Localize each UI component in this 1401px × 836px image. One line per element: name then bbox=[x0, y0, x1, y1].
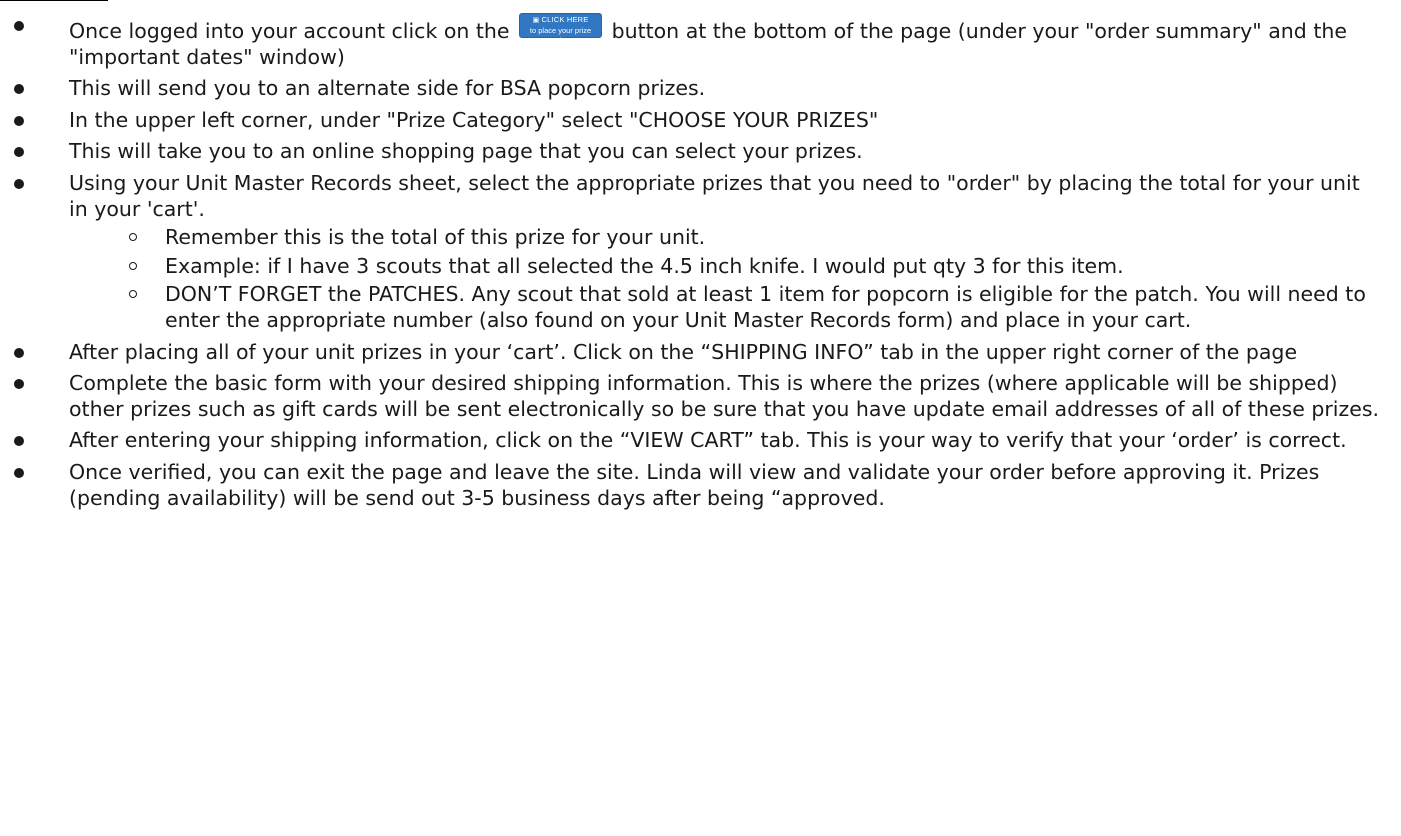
step-text: This will send you to an alternate side … bbox=[69, 76, 706, 101]
step-text-before-button: Once logged into your account click on t… bbox=[69, 19, 517, 43]
step-text: Once verified, you can exit the page and… bbox=[69, 459, 1320, 510]
list-item: Once verified, you can exit the page and… bbox=[0, 460, 1380, 511]
step-text: Using your Unit Master Records sheet, se… bbox=[69, 170, 1360, 221]
button-label-line2: to place your prize order! bbox=[529, 26, 592, 45]
step-text: After entering your shipping information… bbox=[69, 428, 1347, 453]
step-text: After placing all of your unit prizes in… bbox=[69, 339, 1298, 364]
list-item: Complete the basic form with your desire… bbox=[0, 371, 1380, 422]
steps-list: Once logged into your account click on t… bbox=[0, 13, 1380, 511]
list-item: This will take you to an online shopping… bbox=[0, 139, 1380, 165]
list-item: After entering your shipping information… bbox=[0, 428, 1380, 454]
list-item: Once logged into your account click on t… bbox=[0, 13, 1380, 70]
instructions-document: Once logged into your account click on t… bbox=[0, 13, 1380, 517]
button-label-line1: CLICK HERE bbox=[541, 15, 589, 24]
circle-bullet-icon bbox=[129, 233, 137, 242]
list-item: After placing all of your unit prizes in… bbox=[0, 340, 1380, 366]
bullet-icon bbox=[14, 178, 24, 189]
bullet-icon bbox=[14, 436, 24, 447]
circle-bullet-icon bbox=[129, 261, 137, 270]
sub-list-item: Example: if I have 3 scouts that all sel… bbox=[115, 254, 1380, 280]
click-here-prize-order-button[interactable]: ▣ CLICK HERE to place your prize order! bbox=[519, 13, 603, 45]
bullet-icon bbox=[14, 347, 24, 358]
step-text: This will take you to an online shopping… bbox=[69, 139, 863, 164]
gift-icon: ▣ bbox=[532, 17, 540, 24]
sub-step-text: Example: if I have 3 scouts that all sel… bbox=[165, 253, 1124, 278]
bullet-icon bbox=[14, 467, 24, 478]
top-divider bbox=[0, 0, 108, 1]
sub-list-item: DON’T FORGET the PATCHES. Any scout that… bbox=[115, 282, 1380, 333]
step-text: In the upper left corner, under "Prize C… bbox=[69, 107, 879, 132]
list-item: Using your Unit Master Records sheet, se… bbox=[0, 171, 1380, 334]
sub-step-text: Remember this is the total of this prize… bbox=[165, 225, 706, 250]
sub-list-item: Remember this is the total of this prize… bbox=[115, 225, 1380, 251]
bullet-icon bbox=[14, 84, 24, 95]
step-text: Complete the basic form with your desire… bbox=[69, 371, 1380, 421]
sub-steps-list: Remember this is the total of this prize… bbox=[69, 225, 1380, 333]
bullet-icon bbox=[14, 21, 24, 31]
bullet-icon bbox=[14, 115, 24, 126]
list-item: This will send you to an alternate side … bbox=[0, 76, 1380, 102]
bullet-icon bbox=[14, 379, 24, 390]
sub-step-text: DON’T FORGET the PATCHES. Any scout that… bbox=[165, 282, 1366, 332]
list-item: In the upper left corner, under "Prize C… bbox=[0, 108, 1380, 134]
circle-bullet-icon bbox=[129, 290, 137, 299]
bullet-icon bbox=[14, 147, 24, 158]
